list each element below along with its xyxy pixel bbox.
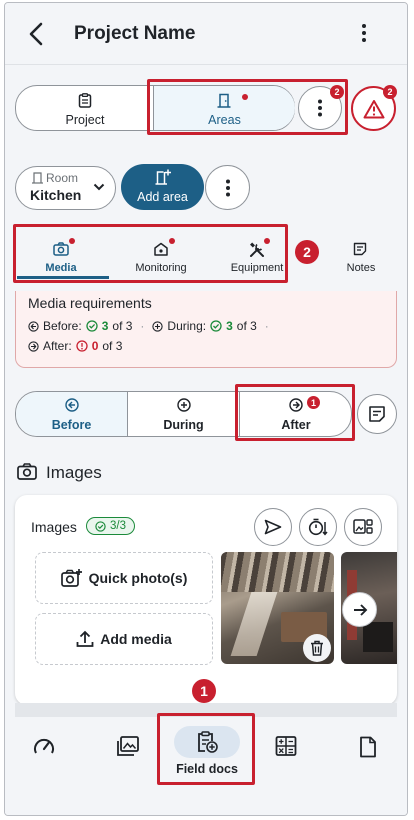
room-value: Kitchen <box>30 187 82 203</box>
document-icon[interactable] <box>359 736 377 758</box>
light-beam <box>230 592 278 656</box>
during-total: of 3 <box>236 319 257 333</box>
quick-photo-label: Quick photo(s) <box>88 570 188 586</box>
requirements-title: Media requirements <box>28 295 152 311</box>
images-card: Images 3/3 Quick photo(s) Add media <box>15 495 397 705</box>
app-header: Project Name <box>5 3 407 65</box>
after-done: 0 <box>91 339 99 353</box>
tab-notes[interactable]: Notes <box>325 232 397 280</box>
page-title: Project Name <box>74 23 196 44</box>
requirement-after: After: 0 of 3 <box>28 339 122 353</box>
separator-dot: · <box>264 319 269 333</box>
after-circle-icon <box>28 340 39 352</box>
room-select[interactable]: Room Kitchen <box>15 166 116 210</box>
area-options-button[interactable] <box>205 165 250 210</box>
more-badge: 2 <box>330 85 344 99</box>
phase-notes-button[interactable] <box>357 394 397 434</box>
camera-icon <box>17 463 37 480</box>
send-icon <box>264 519 282 535</box>
after-label: After: <box>43 339 72 353</box>
tabs-callout-number: 2 <box>295 240 319 264</box>
add-area-label: Add area <box>137 190 188 204</box>
before-done: 3 <box>101 319 109 333</box>
back-icon[interactable] <box>27 22 45 46</box>
delete-photo-button[interactable] <box>303 634 331 662</box>
images-section-heading: Images <box>46 463 102 482</box>
plus-circle-icon <box>177 398 191 412</box>
add-media-label: Add media <box>100 631 172 647</box>
gallery-grid-button[interactable] <box>344 508 382 546</box>
more-vert-icon[interactable] <box>359 23 369 43</box>
after-highlight <box>235 384 355 441</box>
tabs-highlight <box>13 224 288 283</box>
check-circle-icon <box>86 320 98 332</box>
add-door-icon <box>155 169 171 185</box>
before-circle-icon <box>28 320 39 332</box>
before-phase-label: Before <box>51 418 92 432</box>
project-segment[interactable]: Project <box>16 86 154 130</box>
more-vert-icon <box>225 179 231 197</box>
gallery-grid-icon <box>353 519 373 534</box>
before-label: Before: <box>43 319 82 333</box>
upload-icon <box>76 630 94 647</box>
door-icon <box>32 172 43 184</box>
phase-before[interactable]: Before <box>16 392 128 436</box>
phase-during[interactable]: During <box>128 392 240 436</box>
dashboard-gauge-icon[interactable] <box>33 736 55 756</box>
warning-icon <box>363 99 385 119</box>
trash-icon <box>311 640 323 656</box>
clipboard-icon <box>78 93 92 108</box>
separator-dot: · <box>140 319 145 333</box>
ceiling-damage <box>221 552 334 592</box>
project-label: Project <box>65 113 105 127</box>
timer-sort-button[interactable] <box>299 508 337 546</box>
quick-photo-button[interactable]: Quick photo(s) <box>35 552 213 604</box>
calculator-icon[interactable] <box>275 736 297 756</box>
tab-notes-label: Notes <box>346 262 376 274</box>
images-card-title: Images <box>31 519 77 535</box>
add-media-button[interactable]: Add media <box>35 613 213 665</box>
during-done: 3 <box>226 319 233 333</box>
arrow-left-circle-icon <box>65 398 79 412</box>
send-button[interactable] <box>254 508 292 546</box>
during-phase-label: During <box>163 418 204 432</box>
images-count-chip: 3/3 <box>86 517 135 535</box>
before-total: of 3 <box>112 319 133 333</box>
notes-icon <box>368 405 386 423</box>
bottom-navigation: 1 Field docs <box>5 679 407 815</box>
check-circle-icon <box>210 320 222 332</box>
notes-icon <box>353 242 367 256</box>
phone-frame: Project Name Project Areas 2 2 Room Kitc… <box>4 2 408 816</box>
images-count-value: 3/3 <box>110 520 126 532</box>
media-requirements-panel: Media requirements Before: 3 of 3 · Duri… <box>15 291 397 368</box>
room-caption: Room <box>46 171 79 185</box>
timer-sort-icon <box>308 518 328 536</box>
nav-callout-number: 1 <box>192 679 216 703</box>
furniture-shape <box>363 622 393 652</box>
after-total: of 3 <box>102 339 123 353</box>
add-area-button[interactable]: Add area <box>121 164 204 210</box>
field-docs-highlight <box>157 713 255 785</box>
alert-badge: 2 <box>383 85 397 99</box>
check-circle-icon <box>95 520 106 532</box>
during-circle-icon <box>152 320 164 332</box>
arrow-right-icon <box>353 603 367 616</box>
error-circle-icon <box>76 340 88 352</box>
during-label: During: <box>167 319 207 333</box>
gallery-icon[interactable] <box>117 736 139 756</box>
requirement-before: Before: 3 of 3 · During: 3 of 3 · <box>28 319 273 333</box>
add-photo-icon <box>60 569 82 587</box>
more-vert-icon <box>317 99 323 117</box>
next-photo-button[interactable] <box>342 592 377 627</box>
photo-thumbnail[interactable] <box>221 552 334 664</box>
chevron-down-icon <box>93 183 105 191</box>
